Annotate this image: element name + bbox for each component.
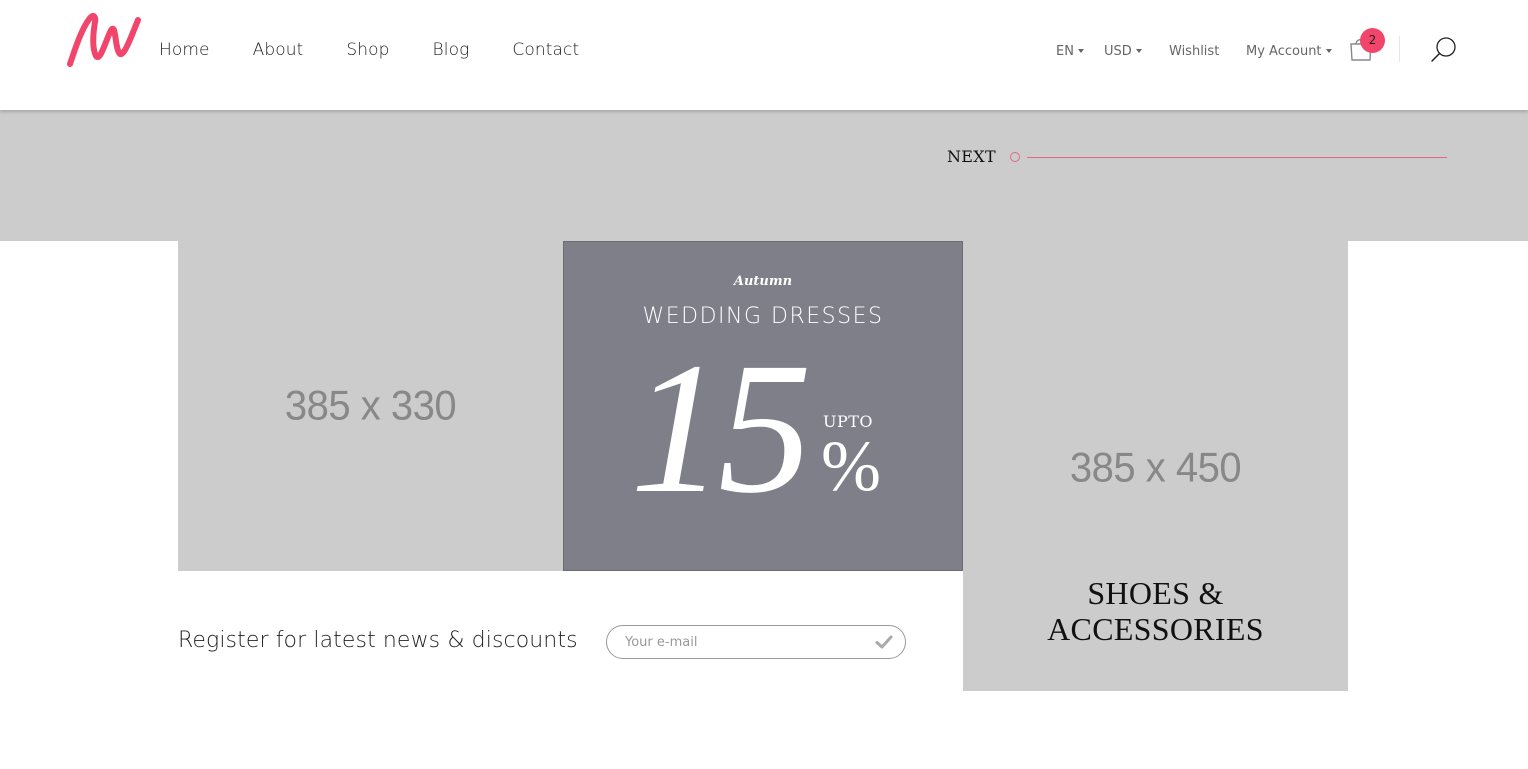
nav-shop[interactable]: Shop [346, 40, 389, 60]
check-icon[interactable] [875, 634, 893, 650]
promo-season: Autumn [733, 274, 793, 289]
chevron-down-icon [1135, 49, 1142, 53]
cart-count-badge: 2 [1360, 28, 1385, 53]
category-title-line1: SHOES & [1087, 575, 1224, 611]
account-menu[interactable]: My Account [1246, 44, 1332, 64]
image-placeholder-label: 385 x 450 [1069, 444, 1242, 492]
slider-progress-dot[interactable] [1010, 152, 1020, 162]
nav-home[interactable]: Home [159, 40, 210, 60]
newsletter-form [606, 625, 906, 659]
nav-contact[interactable]: Contact [512, 40, 579, 60]
newsletter-heading: Register for latest news & discounts [178, 628, 578, 653]
chevron-down-icon [1077, 49, 1084, 53]
search-icon[interactable] [1430, 36, 1458, 64]
currency-value: USD [1104, 44, 1132, 59]
banner-tile-left[interactable]: 385 x 330 [178, 241, 563, 571]
language-value: EN [1056, 44, 1074, 59]
main-nav: Home About Shop Blog Contact [159, 40, 622, 60]
nav-about[interactable]: About [253, 40, 304, 60]
wishlist-label: Wishlist [1169, 44, 1220, 59]
nav-blog[interactable]: Blog [433, 40, 470, 60]
site-header: Home About Shop Blog Contact EN USD Wish… [0, 0, 1528, 110]
promo-banner-wedding[interactable]: Autumn WEDDING DRESSES 15 UPTO % [563, 241, 963, 571]
promo-discount-number: 15 [630, 323, 812, 532]
header-divider [1399, 36, 1400, 62]
wishlist-link[interactable]: Wishlist [1169, 44, 1219, 64]
banner-tile-shoes[interactable]: 385 x 450 SHOES & ACCESSORIES [963, 241, 1348, 691]
image-placeholder-label: 385 x 330 [284, 382, 457, 429]
language-selector[interactable]: EN [1056, 44, 1084, 64]
currency-selector[interactable]: USD [1104, 44, 1142, 64]
email-field[interactable] [625, 626, 865, 658]
category-title: SHOES & ACCESSORIES [963, 575, 1348, 647]
promo-percent-sign: % [821, 426, 881, 506]
slider-next-button[interactable]: NEXT [947, 147, 996, 166]
logo-icon[interactable] [66, 12, 142, 70]
account-label: My Account [1246, 44, 1322, 59]
chevron-down-icon [1325, 49, 1332, 53]
category-title-line2: ACCESSORIES [1047, 611, 1264, 647]
hero-slider [0, 110, 1528, 241]
slider-progress-line [1027, 157, 1447, 158]
